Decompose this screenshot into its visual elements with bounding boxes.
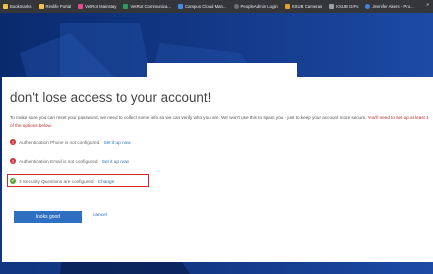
bookmark-label: PeopleAdmin Login [240,4,278,9]
setup-email-link[interactable]: Set it up now [102,159,129,164]
bookmark-label: VetRot Mainstay [85,4,117,9]
bookmark-item[interactable]: VetRot Mainstay [78,4,116,9]
change-questions-link[interactable]: Change [98,179,114,184]
bookmark-item[interactable]: Jennifer Akers - Pro... [365,4,414,9]
bookmark-label: KSUB GIFs [336,4,359,9]
bookmarks-bar: Bookmarks Reslife Portal VetRot Mainstay… [0,0,433,13]
check-icon: ✓ [10,178,16,184]
folder-icon [38,4,44,9]
camera-icon [284,4,290,9]
file-icon [329,4,335,9]
bookmark-item[interactable]: PeopleAdmin Login [233,4,278,9]
looks-good-button[interactable]: looks good [14,211,82,223]
bookmark-label: Campus Cloud Man... [184,4,227,9]
dialog-description: To make sure you can reset your password… [10,114,430,129]
more-bookmarks-button[interactable]: » [426,2,429,8]
bookmark-item[interactable]: Bookmarks [3,4,32,9]
option-text: Authentication Email is not configured. [19,158,99,164]
bookmark-label: Bookmarks [10,4,32,9]
profile-icon [365,4,371,9]
option-text: 3 Security Questions are configured. [19,178,95,184]
site-icon [78,4,84,9]
setup-phone-link[interactable]: Set it up now [104,140,131,145]
option-security-questions: ✓ 3 Security Questions are configured. C… [10,178,114,184]
bookmark-label: VetRot Communica... [130,4,171,9]
error-icon: ! [10,158,16,164]
dialog-title: don't lose access to your account! [10,90,212,105]
bookmark-label: Jennifer Akers - Pro... [372,4,414,9]
description-text: To make sure you can reset your password… [10,115,367,120]
bookmark-item[interactable]: KSUB Cameras [284,4,323,9]
bookmark-item[interactable]: KSUB GIFs [329,4,358,9]
site-icon [123,4,129,9]
option-auth-phone: ! Authentication Phone is not configured… [10,139,131,145]
bookmark-label: Reslife Portal [45,4,72,9]
account-recovery-dialog: don't lose access to your account! To ma… [2,77,433,262]
bookmark-item[interactable]: VetRot Communica... [123,4,171,9]
bookmark-item[interactable]: Campus Cloud Man... [177,4,227,9]
option-auth-email: ! Authentication Email is not configured… [10,158,129,164]
cloud-icon [177,4,183,9]
error-icon: ! [10,139,16,145]
bookmark-item[interactable]: Reslife Portal [38,4,72,9]
globe-icon [233,4,239,9]
bookmark-label: KSUB Cameras [291,4,323,9]
cancel-link[interactable]: cancel [93,213,107,218]
option-text: Authentication Phone is not configured. [19,139,101,145]
star-icon [3,4,8,9]
